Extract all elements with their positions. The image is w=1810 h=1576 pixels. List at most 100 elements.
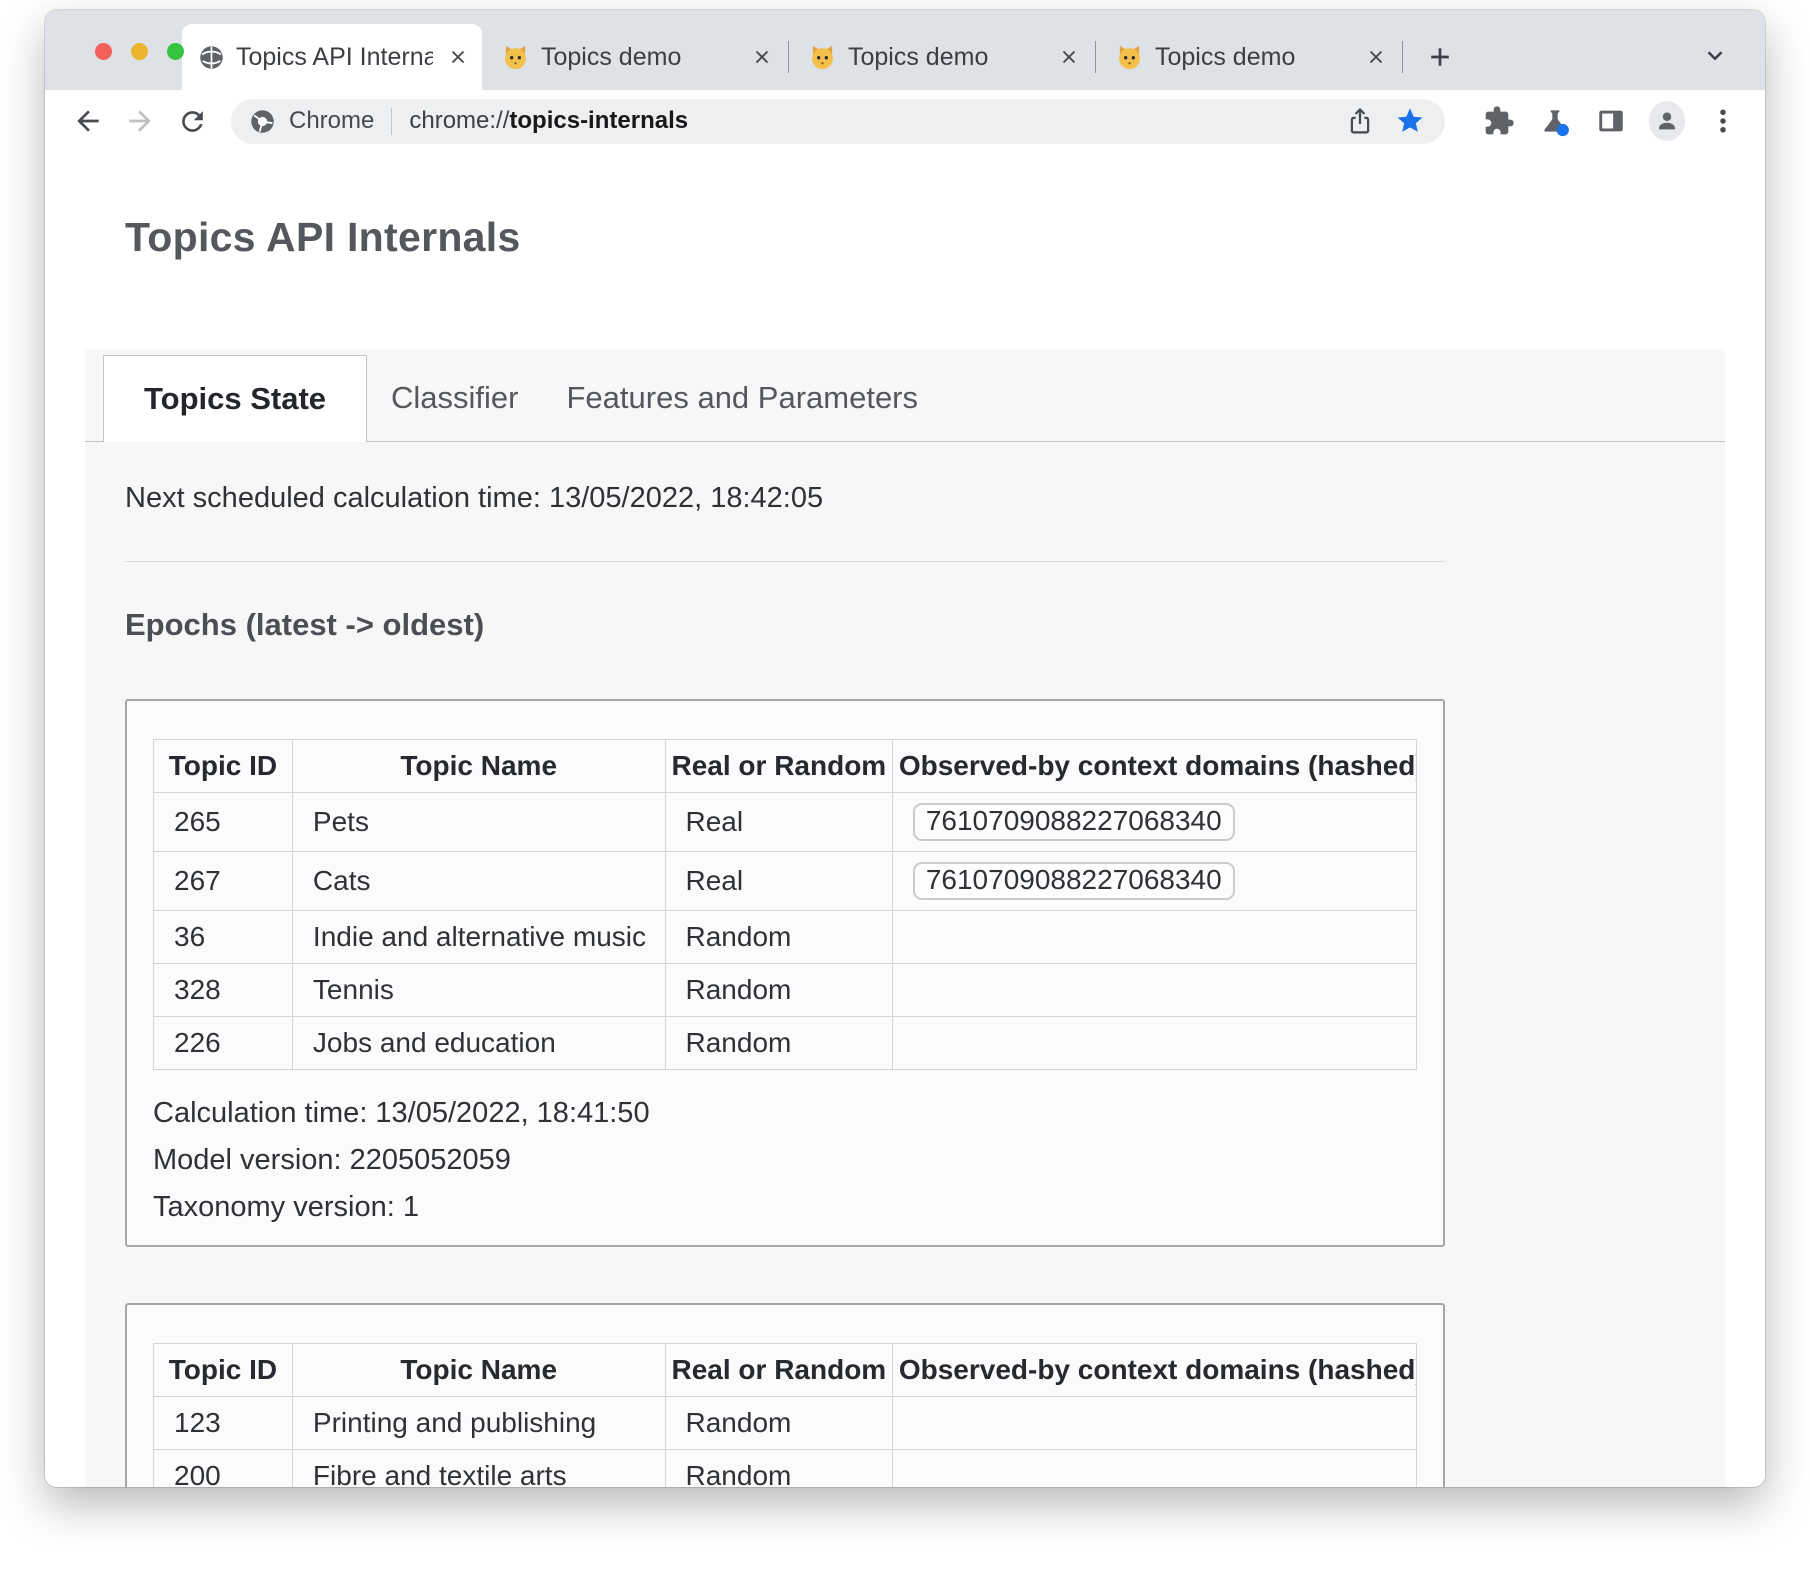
topic-name-cell: Pets <box>292 793 665 852</box>
close-tab-icon[interactable] <box>1362 43 1390 71</box>
tab-title: Topics demo <box>1155 43 1350 72</box>
reload-icon[interactable] <box>175 104 209 138</box>
header-real-or-random: Real or Random <box>665 1344 892 1397</box>
back-icon[interactable] <box>71 104 105 138</box>
screenshot-stage: Topics API Internals Topics demo <box>0 0 1810 1576</box>
observed-domains-cell: 7610709088227068340 <box>892 793 1416 852</box>
omnibox-divider <box>391 108 392 135</box>
url-scheme: chrome:// <box>409 107 509 134</box>
real-or-random-cell: Random <box>665 964 892 1017</box>
labs-flask-icon[interactable] <box>1537 103 1573 139</box>
real-or-random-cell: Random <box>665 1017 892 1070</box>
topic-id-cell: 226 <box>154 1017 293 1070</box>
tab-classifier[interactable]: Classifier <box>367 355 542 441</box>
model-version: Model version: 2205052059 <box>153 1137 1417 1184</box>
internals-tab-row: Topics State Classifier Features and Par… <box>85 349 1725 442</box>
topic-id-cell: 123 <box>154 1397 293 1450</box>
omnibox-url: chrome://topics-internals <box>409 107 688 135</box>
share-icon[interactable] <box>1343 104 1377 138</box>
epochs-heading: Epochs (latest -> oldest) <box>125 607 1445 643</box>
browser-tab-topics-demo-2[interactable]: Topics demo <box>789 24 1095 90</box>
close-tab-icon[interactable] <box>748 43 776 71</box>
observed-domains-cell <box>892 1397 1416 1450</box>
minimize-window-button[interactable] <box>131 43 148 60</box>
header-topic-name: Topic Name <box>292 1344 665 1397</box>
cat-icon <box>1116 44 1143 71</box>
epoch-panel-1: Topic ID Topic Name Real or Random Obser… <box>125 699 1445 1247</box>
hashed-domain-chip: 7610709088227068340 <box>913 862 1235 900</box>
omnibox-site-label: Chrome <box>289 107 374 135</box>
divider <box>125 561 1445 562</box>
topic-id-cell: 200 <box>154 1450 293 1488</box>
close-window-button[interactable] <box>95 43 112 60</box>
real-or-random-cell: Real <box>665 793 892 852</box>
topic-id-cell: 36 <box>154 911 293 964</box>
close-tab-icon[interactable] <box>1055 43 1083 71</box>
real-or-random-cell: Random <box>665 1450 892 1488</box>
topic-name-cell: Fibre and textile arts <box>292 1450 665 1488</box>
avatar <box>1649 101 1685 141</box>
topic-name-cell: Jobs and education <box>292 1017 665 1070</box>
topic-id-cell: 265 <box>154 793 293 852</box>
hashed-domain-chip: 7610709088227068340 <box>913 803 1235 841</box>
topic-id-cell: 267 <box>154 852 293 911</box>
forward-icon[interactable] <box>123 104 157 138</box>
header-observed-by: Observed-by context domains (hashed) <box>892 740 1416 793</box>
next-calculation-time: Next scheduled calculation time: 13/05/2… <box>125 482 1445 515</box>
topic-id-cell: 328 <box>154 964 293 1017</box>
tab-topics-state[interactable]: Topics State <box>103 355 367 442</box>
cat-icon <box>502 44 529 71</box>
new-tab-button[interactable] <box>1419 36 1461 78</box>
side-panel-icon[interactable] <box>1593 103 1629 139</box>
observed-domains-cell <box>892 911 1416 964</box>
table-row: 265PetsReal 7610709088227068340 <box>154 793 1417 852</box>
taxonomy-version: Taxonomy version: 1 <box>153 1184 1417 1231</box>
browser-toolbar: Chrome chrome://topics-internals <box>45 90 1765 152</box>
tab-title: Topics API Internals <box>236 43 433 72</box>
tab-search-chevron-icon[interactable] <box>1695 38 1735 72</box>
tab-title: Topics demo <box>541 43 736 72</box>
topic-name-cell: Tennis <box>292 964 665 1017</box>
header-real-or-random: Real or Random <box>665 740 892 793</box>
zoom-window-button[interactable] <box>167 43 184 60</box>
topic-name-cell: Cats <box>292 852 665 911</box>
header-topic-name: Topic Name <box>292 740 665 793</box>
table-row: 267CatsReal 7610709088227068340 <box>154 852 1417 911</box>
menu-kebab-icon[interactable] <box>1705 103 1741 139</box>
bookmark-star-icon[interactable] <box>1393 104 1427 138</box>
profile-avatar[interactable] <box>1649 103 1685 139</box>
real-or-random-cell: Random <box>665 1397 892 1450</box>
real-or-random-cell: Real <box>665 852 892 911</box>
extensions-puzzle-icon[interactable] <box>1481 103 1517 139</box>
cat-icon <box>809 44 836 71</box>
page-content: Topics API Internals Topics State Classi… <box>45 152 1765 1487</box>
browser-tab-topics-internals[interactable]: Topics API Internals <box>182 24 482 90</box>
browser-window: Topics API Internals Topics demo <box>45 10 1765 1487</box>
close-tab-icon[interactable] <box>444 43 472 71</box>
real-or-random-cell: Random <box>665 911 892 964</box>
browser-tab-topics-demo-1[interactable]: Topics demo <box>482 24 788 90</box>
topic-name-cell: Indie and alternative music <box>292 911 665 964</box>
epoch-table: Topic ID Topic Name Real or Random Obser… <box>153 739 1417 1070</box>
internals-tab-box: Topics State Classifier Features and Par… <box>85 349 1725 1487</box>
browser-tab-topics-demo-3[interactable]: Topics demo <box>1096 24 1402 90</box>
window-controls <box>95 43 184 60</box>
header-topic-id: Topic ID <box>154 740 293 793</box>
tab-separator <box>1402 41 1403 73</box>
table-header-row: Topic ID Topic Name Real or Random Obser… <box>154 1344 1417 1397</box>
observed-domains-cell <box>892 1017 1416 1070</box>
epoch-info: Calculation time: 13/05/2022, 18:41:50 M… <box>153 1090 1417 1231</box>
header-topic-id: Topic ID <box>154 1344 293 1397</box>
globe-icon <box>198 44 225 71</box>
topic-name-cell: Printing and publishing <box>292 1397 665 1450</box>
chrome-logo-icon <box>249 108 276 135</box>
page-title: Topics API Internals <box>125 214 1765 261</box>
topics-state-panel: Next scheduled calculation time: 13/05/2… <box>85 442 1485 1487</box>
observed-domains-cell <box>892 964 1416 1017</box>
tab-features-and-parameters[interactable]: Features and Parameters <box>543 355 943 441</box>
observed-domains-cell <box>892 1450 1416 1488</box>
table-row: 200Fibre and textile artsRandom <box>154 1450 1417 1488</box>
url-host: topics-internals <box>509 107 688 134</box>
calculation-time: Calculation time: 13/05/2022, 18:41:50 <box>153 1090 1417 1137</box>
omnibox[interactable]: Chrome chrome://topics-internals <box>231 99 1445 144</box>
